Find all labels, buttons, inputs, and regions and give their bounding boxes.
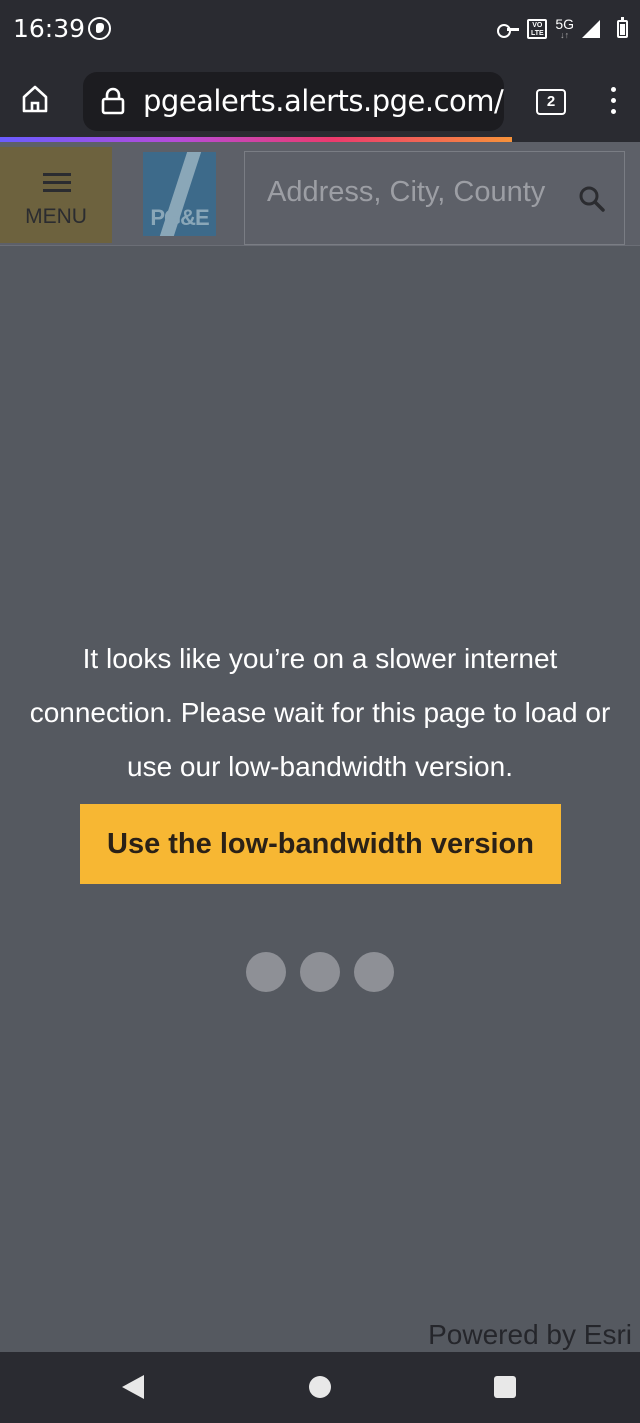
hamburger-icon xyxy=(43,173,71,193)
overflow-menu-icon[interactable] xyxy=(609,87,617,117)
back-icon[interactable] xyxy=(122,1375,144,1399)
battery-icon xyxy=(617,17,628,38)
home-icon[interactable] xyxy=(309,1376,331,1398)
menu-button[interactable]: MENU xyxy=(0,147,112,243)
status-icons: VO LTE 5G ↓↑ xyxy=(497,16,628,40)
home-icon[interactable] xyxy=(20,84,50,114)
location-icon xyxy=(88,17,111,40)
search-input[interactable] xyxy=(267,176,567,209)
pge-logo[interactable]: PG&E xyxy=(143,152,216,236)
tabs-icon[interactable]: 2 xyxy=(536,89,566,115)
loading-dot xyxy=(354,952,394,992)
logo-text: PG&E xyxy=(150,205,209,230)
search-box[interactable] xyxy=(244,151,625,245)
url-text: pgealerts.alerts.pge.com/outages xyxy=(143,84,504,118)
low-bandwidth-button[interactable]: Use the low-bandwidth version xyxy=(80,804,561,884)
network-type-icon: 5G ↓↑ xyxy=(555,16,574,40)
slow-connection-message: It looks like you’re on a slower interne… xyxy=(29,643,611,782)
site-header: MENU PG&E xyxy=(0,142,640,246)
esri-attribution[interactable]: Powered by Esri xyxy=(428,1319,632,1351)
search-icon[interactable] xyxy=(578,185,606,213)
browser-toolbar: pgealerts.alerts.pge.com/outages 2 xyxy=(0,62,640,140)
vpn-key-icon xyxy=(497,23,520,38)
system-nav-bar xyxy=(0,1352,640,1423)
status-bar: 16:39 VO LTE 5G ↓↑ xyxy=(0,0,640,62)
loading-indicator xyxy=(246,952,394,992)
page-content: MENU PG&E It looks like you’re on a slow… xyxy=(0,142,640,1352)
lock-icon xyxy=(101,87,125,115)
status-time: 16:39 xyxy=(13,14,86,43)
address-bar[interactable]: pgealerts.alerts.pge.com/outages xyxy=(83,72,504,131)
menu-label: MENU xyxy=(25,205,87,228)
loading-dot xyxy=(246,952,286,992)
loading-dot xyxy=(300,952,340,992)
recents-icon[interactable] xyxy=(494,1376,516,1398)
signal-icon xyxy=(582,20,600,38)
volte-icon: VO LTE xyxy=(527,19,548,39)
